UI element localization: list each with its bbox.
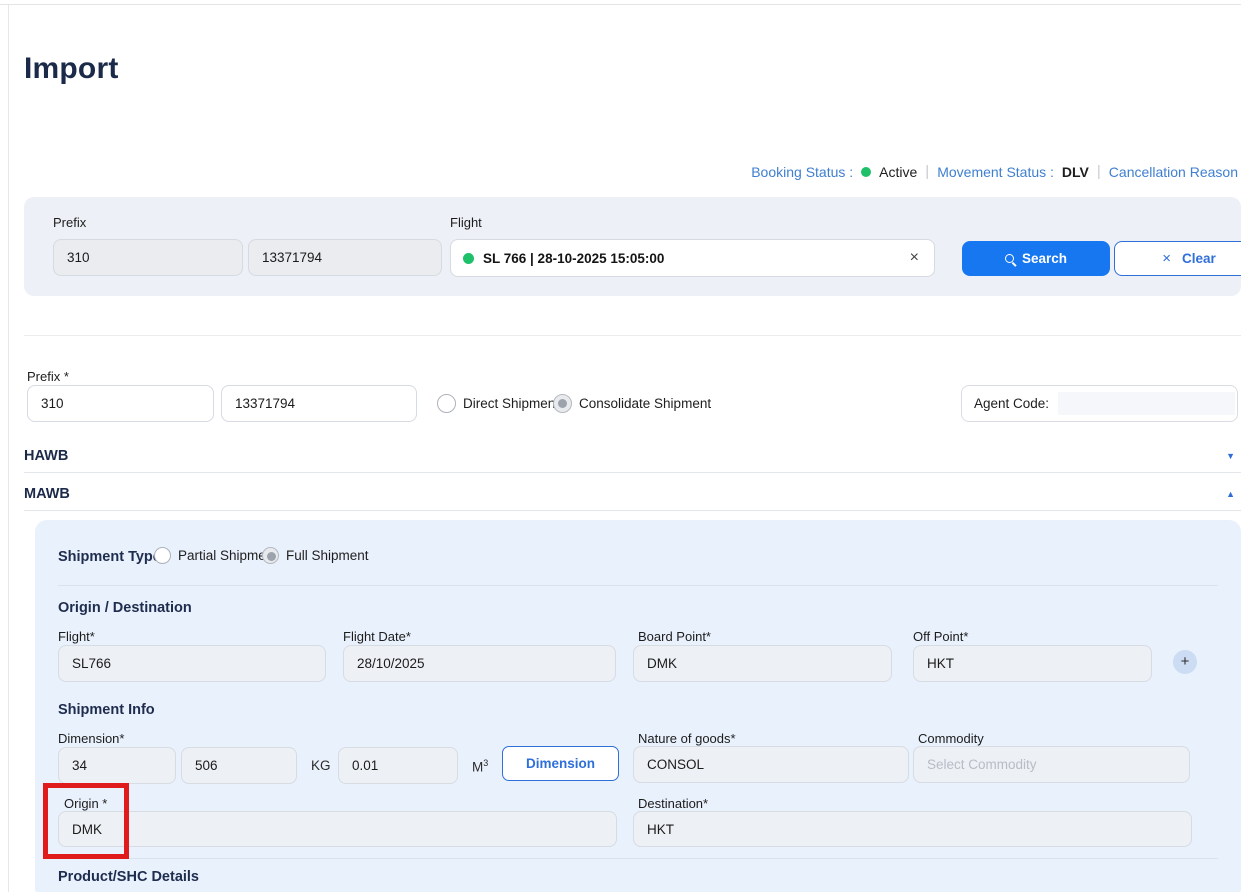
status-separator: | (1097, 163, 1101, 180)
commodity-select[interactable] (913, 746, 1190, 783)
panel-divider (58, 858, 1218, 859)
radio-unselected-icon (437, 394, 456, 413)
active-status-dot-icon (861, 167, 871, 177)
hawb-accordion-header[interactable]: HAWB ▼ (24, 440, 1241, 473)
top-divider (0, 4, 1241, 5)
kg-unit-label: KG (311, 758, 331, 773)
off-point-label: Off Point* (913, 629, 968, 644)
flight-clear-icon[interactable]: × (907, 249, 922, 267)
page-title: Import (24, 52, 119, 86)
flight-status-dot-icon (463, 253, 474, 264)
movement-status-label: Movement Status : (937, 164, 1054, 180)
awb-number-input[interactable] (221, 385, 417, 422)
flight-date-label: Flight Date* (343, 629, 411, 644)
radio-selected-icon (262, 547, 279, 564)
dimension-label: Dimension* (58, 731, 124, 746)
search-prefix-label: Prefix (53, 215, 86, 230)
booking-status-label: Booking Status : (751, 164, 853, 180)
import-page: Import Booking Status : Active | Movemen… (0, 0, 1241, 892)
volume-input[interactable] (338, 747, 458, 784)
section-divider (24, 335, 1241, 336)
direct-shipment-radio[interactable]: Direct Shipment (437, 394, 559, 413)
nature-of-goods-input[interactable] (633, 746, 909, 783)
commodity-label: Commodity (918, 731, 984, 746)
search-awb-number-input[interactable] (248, 239, 442, 276)
clear-button[interactable]: × Clear (1114, 241, 1241, 276)
shipment-type-label: Shipment Type (58, 549, 161, 565)
flight-select-value: SL 766 | 28-10-2025 15:05:00 (483, 251, 898, 266)
pieces-input[interactable] (58, 747, 176, 784)
board-point-input[interactable] (633, 645, 892, 682)
movement-status-value: DLV (1062, 164, 1089, 180)
board-point-label: Board Point* (638, 629, 711, 644)
search-prefix-input[interactable] (53, 239, 243, 276)
consolidate-shipment-radio[interactable]: Consolidate Shipment (553, 394, 711, 413)
mawb-accordion-header[interactable]: MAWB ▲ (24, 478, 1241, 511)
consolidate-shipment-label: Consolidate Shipment (579, 396, 711, 411)
panel-divider (58, 585, 1218, 586)
chevron-down-icon: ▼ (1226, 451, 1241, 461)
left-border (8, 5, 9, 892)
mawb-title: MAWB (24, 486, 70, 502)
origin-destination-heading: Origin / Destination (58, 600, 192, 616)
search-button[interactable]: Search (962, 241, 1110, 276)
radio-unselected-icon (154, 547, 171, 564)
booking-status-value: Active (879, 164, 917, 180)
search-icon (1005, 254, 1014, 263)
agent-code-input[interactable] (1058, 392, 1235, 415)
m3-unit-label: M3 (472, 758, 488, 775)
off-point-input[interactable] (913, 645, 1152, 682)
origin-input[interactable] (58, 811, 617, 847)
clear-button-label: Clear (1182, 251, 1216, 266)
flight-label: Flight* (58, 629, 95, 644)
flight-select[interactable]: SL 766 | 28-10-2025 15:05:00 × (450, 239, 935, 277)
status-separator: | (925, 163, 929, 180)
status-bar: Booking Status : Active | Movement Statu… (751, 163, 1238, 180)
full-shipment-radio[interactable]: Full Shipment (262, 547, 369, 564)
shipment-info-heading: Shipment Info (58, 702, 155, 718)
flight-input[interactable] (58, 645, 326, 682)
close-icon: × (1159, 250, 1174, 267)
mawb-panel: Shipment Type Partial Shipment Full Ship… (35, 520, 1241, 892)
chevron-up-icon: ▲ (1226, 489, 1241, 499)
awb-prefix-input[interactable] (27, 385, 214, 422)
flight-search-panel: Prefix Flight SL 766 | 28-10-2025 15:05:… (24, 197, 1241, 296)
search-flight-label: Flight (450, 215, 482, 230)
full-shipment-label: Full Shipment (286, 548, 369, 563)
partial-shipment-radio[interactable]: Partial Shipment (154, 547, 277, 564)
cancellation-reason-link[interactable]: Cancellation Reason (1109, 164, 1238, 180)
agent-code-label: Agent Code: (974, 396, 1049, 411)
search-button-label: Search (1022, 251, 1067, 266)
add-route-button[interactable]: + (1173, 650, 1197, 674)
destination-input[interactable] (633, 811, 1192, 847)
hawb-title: HAWB (24, 448, 68, 464)
flight-date-input[interactable] (343, 645, 616, 682)
nature-of-goods-label: Nature of goods* (638, 731, 736, 746)
destination-label: Destination* (638, 796, 708, 811)
weight-input[interactable] (181, 747, 297, 784)
agent-code-box: Agent Code: (961, 385, 1238, 422)
dimension-button[interactable]: Dimension (502, 746, 619, 781)
direct-shipment-label: Direct Shipment (463, 396, 559, 411)
awb-prefix-label: Prefix * (27, 369, 69, 384)
radio-selected-icon (553, 394, 572, 413)
origin-label: Origin * (64, 796, 107, 811)
product-shc-heading: Product/SHC Details (58, 869, 199, 885)
